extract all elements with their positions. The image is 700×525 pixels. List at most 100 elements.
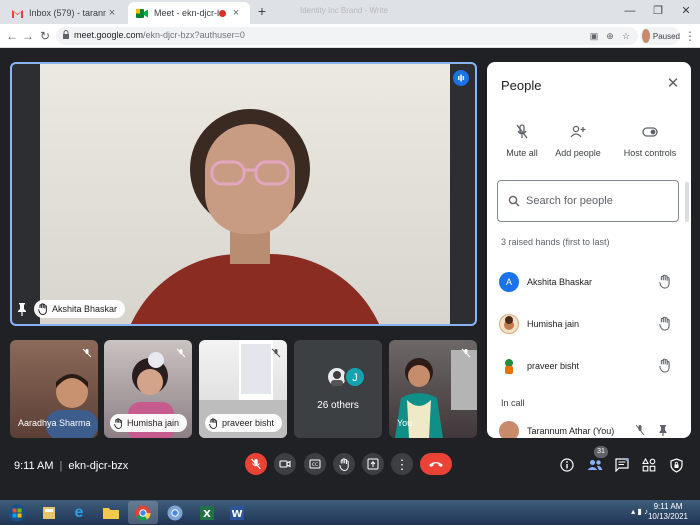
meeting-info: 9:11 AM | ekn-djcr-bzx	[14, 460, 129, 472]
meeting-details-button[interactable]	[558, 456, 576, 474]
pin-icon[interactable]	[659, 424, 667, 436]
activities-button[interactable]	[640, 456, 658, 474]
chat-button[interactable]	[613, 456, 631, 474]
others-count: 26 others	[317, 400, 359, 411]
captions-button[interactable]: CC	[304, 453, 326, 475]
camera-permission-icon[interactable]: ▣	[588, 30, 600, 42]
taskbar-app-file-explorer[interactable]	[96, 501, 126, 524]
more-options-button[interactable]: ⋮	[391, 453, 413, 475]
taskbar-app-chrome-profile[interactable]	[160, 501, 190, 524]
profile-button[interactable]: Paused	[640, 27, 680, 45]
list-item[interactable]: praveer bisht	[487, 349, 691, 383]
list-item[interactable]: Humisha jain	[487, 307, 691, 341]
avatar	[499, 314, 519, 334]
list-item[interactable]: A Akshita Bhaskar	[487, 265, 691, 299]
excel-icon: X	[199, 505, 215, 521]
search-icon	[508, 195, 520, 207]
present-button[interactable]	[362, 453, 384, 475]
list-item[interactable]: Tarannum Athar (You)	[487, 414, 691, 438]
people-button[interactable]	[586, 456, 604, 474]
raise-hand-button[interactable]	[333, 453, 355, 475]
mic-toggle-button[interactable]	[245, 453, 267, 475]
others-avatars: J	[326, 366, 366, 388]
participant-tile[interactable]: You	[389, 340, 477, 438]
address-bar[interactable]: meet.google.com/ekn-djcr-bzx?authuser=0 …	[56, 27, 638, 45]
participant-name: Tarannum Athar (You)	[527, 426, 615, 436]
svg-text:CC: CC	[312, 462, 318, 468]
back-icon[interactable]: ←	[4, 28, 20, 44]
taskbar-app-excel[interactable]: X	[192, 501, 222, 524]
taskbar-app-chrome[interactable]	[128, 501, 158, 524]
recording-dot-icon	[219, 9, 226, 17]
search-placeholder: Search for people	[526, 195, 613, 207]
end-call-button[interactable]	[420, 453, 452, 475]
speaker-video	[40, 64, 450, 324]
participant-name: Humisha jain	[127, 418, 180, 428]
host-controls-label: Host controls	[623, 148, 677, 158]
url-text: meet.google.com/ekn-djcr-bzx?authuser=0	[74, 30, 245, 40]
tab-gmail[interactable]: Inbox (579) - tarannum@theindi ×	[4, 2, 126, 24]
lock-icon	[62, 30, 70, 40]
window-close-icon[interactable]: ✕	[672, 0, 700, 22]
search-people-input[interactable]: Search for people	[497, 180, 679, 222]
participant-name-chip: praveer bisht	[205, 414, 283, 432]
gmail-icon	[12, 9, 23, 18]
reload-icon[interactable]: ↻	[37, 28, 53, 44]
mic-off-icon	[250, 458, 262, 470]
main-video-tile[interactable]: Akshita Bhaskar	[10, 62, 477, 326]
os-taskbar: e X W ▴ ▮ ♪ 9:11 AM 10/13/2021	[0, 500, 700, 525]
speaking-indicator-icon	[453, 70, 469, 86]
taskbar-app-ie[interactable]: e	[64, 501, 94, 524]
raised-hand-icon	[209, 417, 218, 429]
camera-toggle-button[interactable]	[274, 453, 296, 475]
info-icon	[560, 458, 574, 472]
raised-hand-icon[interactable]	[659, 358, 671, 373]
taskbar-app-explorer-folder[interactable]	[34, 501, 64, 524]
system-tray[interactable]: ▴ ▮ ♪	[631, 507, 648, 516]
minimize-icon[interactable]: —	[616, 0, 644, 22]
add-people-button[interactable]: Add people	[543, 122, 613, 158]
profile-status: Paused	[652, 31, 680, 41]
captions-icon: CC	[309, 459, 321, 469]
new-tab-button[interactable]: +	[254, 4, 270, 20]
participant-name: Akshita Bhaskar	[527, 277, 593, 287]
meet-stage: Akshita Bhaskar Aaradhya Sharma Humisha …	[0, 48, 700, 500]
others-tile[interactable]: J 26 others	[294, 340, 382, 438]
start-button[interactable]	[2, 501, 32, 524]
meet-icon	[136, 8, 148, 18]
avatar	[499, 421, 519, 438]
chrome-menu-icon[interactable]: ⋮	[684, 28, 696, 44]
participant-name: You	[397, 418, 413, 428]
tab-meet[interactable]: Meet - ekn-djcr-bzx ×	[128, 2, 250, 24]
bookmark-star-icon[interactable]: ☆	[620, 30, 632, 42]
close-icon[interactable]: ×	[106, 7, 118, 19]
pin-icon[interactable]	[16, 302, 28, 316]
toggle-icon	[615, 122, 685, 142]
chrome-icon	[167, 505, 183, 521]
maximize-icon[interactable]: ❐	[644, 0, 672, 22]
mic-off-icon	[461, 348, 471, 358]
close-icon[interactable]: ×	[230, 7, 242, 19]
avatar	[642, 29, 650, 43]
participant-name: praveer bisht	[527, 361, 580, 371]
chat-icon	[615, 458, 629, 472]
panel-title: People	[501, 78, 542, 93]
taskbar-app-word[interactable]: W	[222, 501, 252, 524]
tab-meet-title: Meet - ekn-djcr-bzx	[154, 8, 219, 18]
forward-icon[interactable]: →	[20, 28, 36, 44]
participant-name: Humisha jain	[527, 319, 580, 329]
system-clock[interactable]: 9:11 AM 10/13/2021	[648, 502, 688, 522]
raised-hand-icon	[338, 457, 350, 471]
zoom-icon[interactable]: ⊕	[604, 30, 616, 42]
host-controls-button[interactable]: Host controls	[615, 122, 685, 158]
close-icon[interactable]: ✕	[665, 76, 681, 92]
ghost-tab-title: Identity Inc Brand - Write	[300, 6, 388, 15]
participant-tile[interactable]: praveer bisht	[199, 340, 287, 438]
host-controls-toolbar-button[interactable]	[667, 456, 685, 474]
panel-scrollbar[interactable]	[685, 182, 689, 222]
raised-hand-icon[interactable]	[659, 316, 671, 331]
chrome-icon	[135, 505, 151, 521]
participant-tile[interactable]: Humisha jain	[104, 340, 192, 438]
participant-tile[interactable]: Aaradhya Sharma	[10, 340, 98, 438]
raised-hand-icon[interactable]	[659, 274, 671, 289]
